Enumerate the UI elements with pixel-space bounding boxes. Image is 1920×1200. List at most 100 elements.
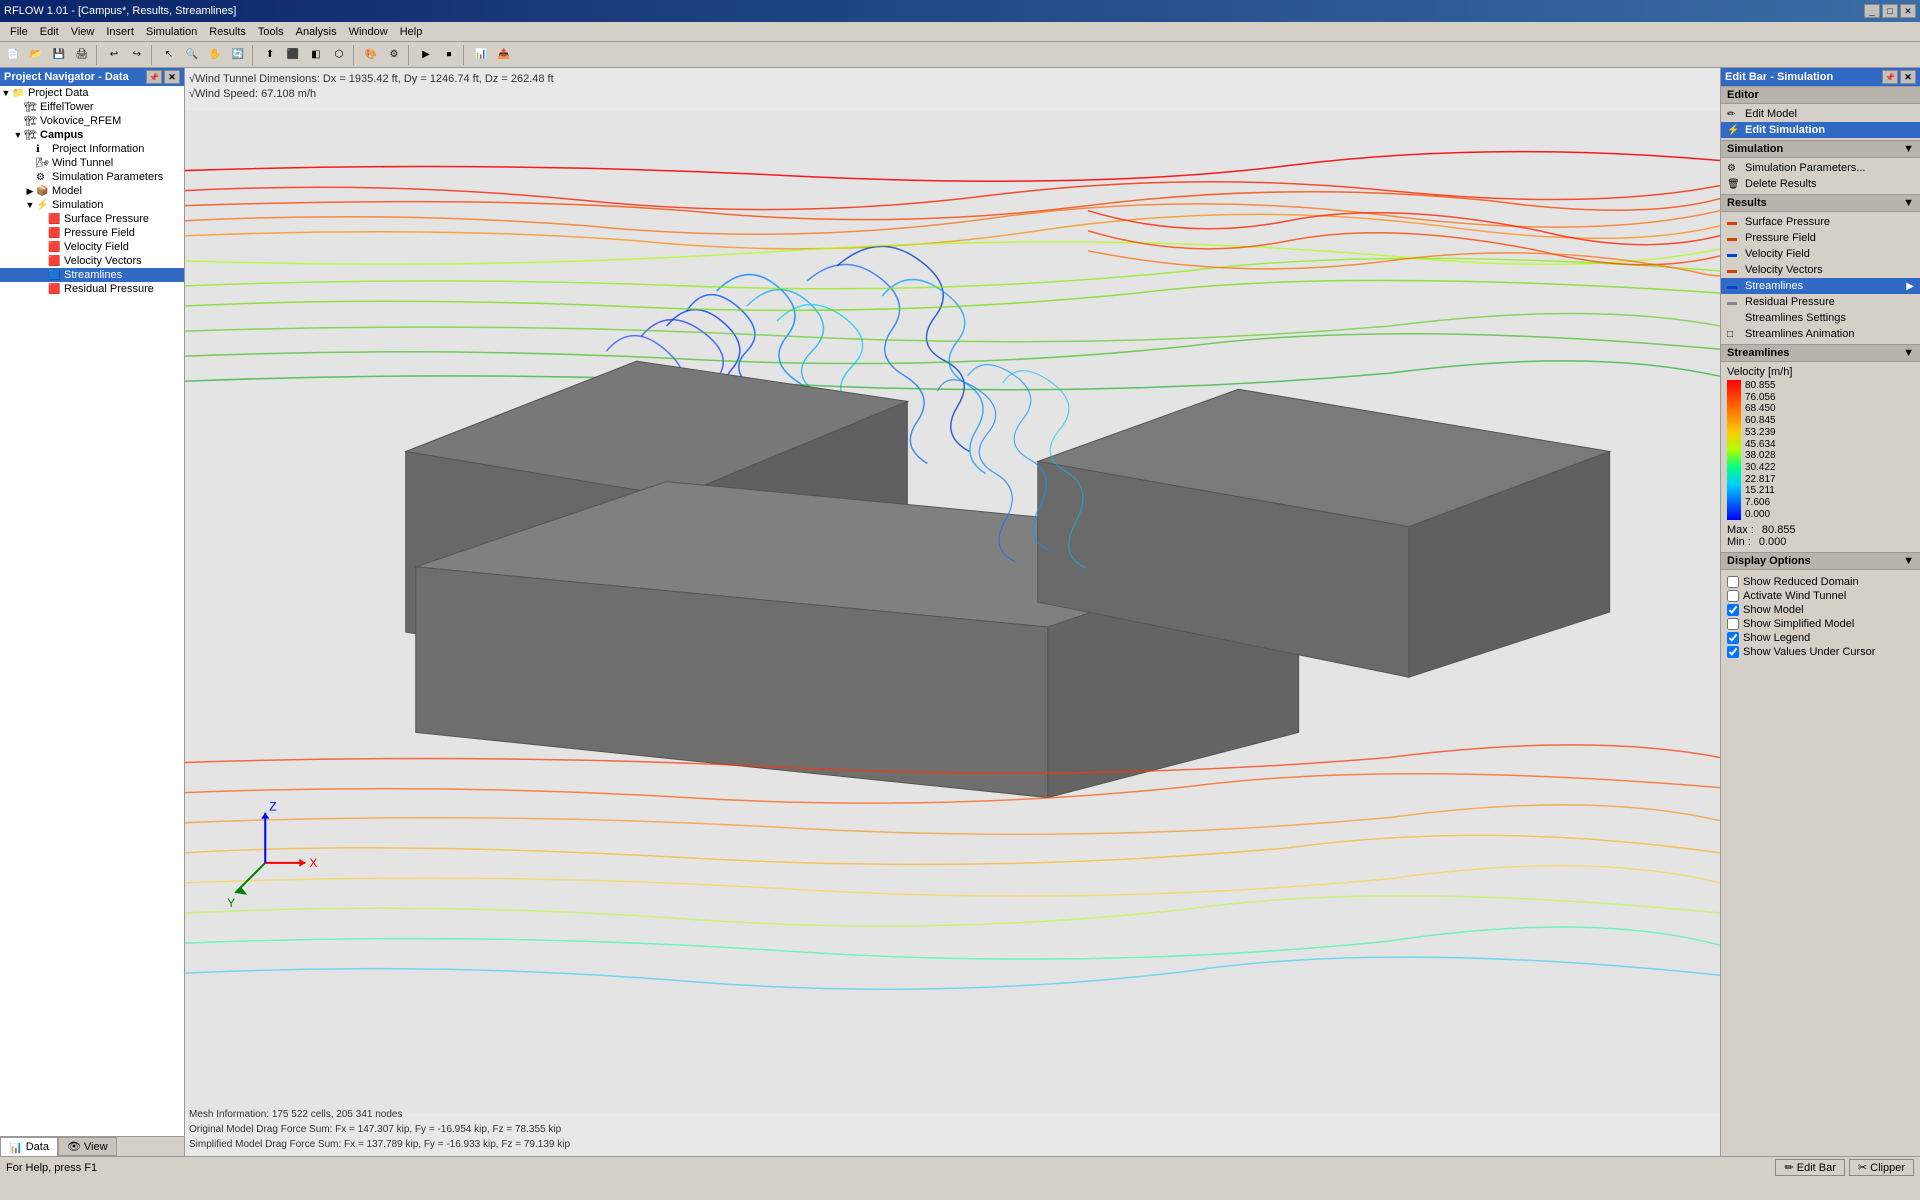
tree-item-label: Velocity Vectors [64,255,142,267]
tree-item-icon: 🟦 [48,270,64,281]
tb-zoom[interactable]: 🔍 [181,44,203,66]
pressure-field-item[interactable]: ▬ Pressure Field [1721,230,1920,246]
menu-file[interactable]: File [4,24,34,40]
menu-results[interactable]: Results [203,24,252,40]
tab-view[interactable]: 👁 View [58,1137,117,1156]
tree-item[interactable]: ▼ 🏗 Campus [0,128,184,142]
tree-item-label: Vokovice_RFEM [40,115,121,127]
edit-simulation-icon: ⚡ [1727,125,1745,136]
close-button[interactable]: ✕ [1900,4,1916,18]
activate-wind-tunnel-checkbox[interactable] [1727,590,1739,602]
tree-item[interactable]: 🟥 Residual Pressure [0,282,184,296]
tree-item[interactable]: 🟦 Streamlines [0,268,184,282]
edit-simulation-item[interactable]: ⚡ Edit Simulation [1721,122,1920,138]
show-legend-checkbox[interactable] [1727,632,1739,644]
simulation-params-item[interactable]: ⚙ Simulation Parameters... [1721,160,1920,176]
tree-item-icon: 🟥 [48,228,64,239]
tb-new[interactable]: 📄 [2,44,24,66]
velocity-field-item[interactable]: ▬ Velocity Field [1721,246,1920,262]
show-values-under-cursor-checkbox[interactable] [1727,646,1739,658]
streamlines-item[interactable]: ▬ Streamlines ▶ [1721,278,1920,294]
tree-item[interactable]: 🟥 Pressure Field [0,226,184,240]
delete-results-item[interactable]: 🗑 Delete Results [1721,176,1920,192]
tb-results[interactable]: 📊 [470,44,492,66]
show-simplified-model-row: Show Simplified Model [1727,618,1914,630]
tree-item[interactable]: 🟥 Surface Pressure [0,212,184,226]
tree-item[interactable]: ℹ Project Information [0,142,184,156]
tb-pan[interactable]: ✋ [204,44,226,66]
show-model-checkbox[interactable] [1727,604,1739,616]
tb-open[interactable]: 📂 [25,44,47,66]
clipper-tab[interactable]: ✂ Clipper [1849,1159,1914,1176]
legend-min-row: Min : 0.000 [1727,536,1914,548]
streamlines-section-title: Streamlines ▼ [1721,344,1920,362]
simulation-section-content: ⚙ Simulation Parameters... 🗑 Delete Resu… [1721,158,1920,194]
tb-view-front[interactable]: ⬛ [282,44,304,66]
tb-view-top[interactable]: ⬆ [259,44,281,66]
menu-help[interactable]: Help [394,24,429,40]
streamlines-animation-item[interactable]: □ Streamlines Animation [1721,326,1920,342]
tb-view-iso[interactable]: ⬡ [328,44,350,66]
tb-view-side[interactable]: ◧ [305,44,327,66]
menu-view[interactable]: View [65,24,101,40]
simulation-section-title: Simulation ▼ [1721,140,1920,158]
tree-item[interactable]: 🟥 Velocity Field [0,240,184,254]
tb-save[interactable]: 💾 [48,44,70,66]
tab-data[interactable]: 📊 Data [0,1137,58,1156]
velocity-vectors-item[interactable]: ▬ Velocity Vectors [1721,262,1920,278]
main-viewport-svg[interactable]: X Y Z [185,68,1720,1156]
tree-item[interactable]: ▼ ⚡ Simulation [0,198,184,212]
tb-export[interactable]: 📤 [493,44,515,66]
legend-val-11: 0.000 [1745,509,1776,520]
sim-params-icon: ⚙ [1727,163,1745,174]
tree-item[interactable]: ▶ 📦 Model [0,184,184,198]
right-panel-pin[interactable]: 📌 [1882,70,1898,84]
tb-rotate[interactable]: 🔄 [227,44,249,66]
titlebar-controls[interactable]: _ □ ✕ [1864,4,1916,18]
menu-window[interactable]: Window [343,24,394,40]
tb-simulation-stop[interactable]: ⏹ [438,44,460,66]
tree-item-label: Pressure Field [64,227,135,239]
maximize-button[interactable]: □ [1882,4,1898,18]
streamlines-settings-item[interactable]: Streamlines Settings [1721,310,1920,326]
tab-data-icon: 📊 [9,1141,23,1154]
tb-undo[interactable]: ↩ [103,44,125,66]
tree-item[interactable]: 🌬 Wind Tunnel [0,156,184,170]
left-panel-pin[interactable]: 📌 [146,70,162,84]
tree-item[interactable]: 🟥 Velocity Vectors [0,254,184,268]
left-panel-bottom-tabs: 📊 Data 👁 View [0,1136,184,1156]
tree-item[interactable]: 🏗 Vokovice_RFEM [0,114,184,128]
menu-tools[interactable]: Tools [252,24,290,40]
tree-item-label: Streamlines [64,269,122,281]
statusbar: For Help, press F1 ✏ Edit Bar ✂ Clipper [0,1156,1920,1178]
right-panel-close[interactable]: ✕ [1900,70,1916,84]
tb-print[interactable]: 🖨 [71,44,93,66]
tb-render[interactable]: 🎨 [360,44,382,66]
show-simplified-model-checkbox[interactable] [1727,618,1739,630]
tree-item-label: Residual Pressure [64,283,154,295]
legend-val-1: 76.056 [1745,392,1776,403]
edit-bar-tab[interactable]: ✏ Edit Bar [1775,1159,1844,1176]
show-reduced-domain-checkbox[interactable] [1727,576,1739,588]
tb-select[interactable]: ↖ [158,44,180,66]
minimize-button[interactable]: _ [1864,4,1880,18]
tree-item[interactable]: ⚙ Simulation Parameters [0,170,184,184]
legend-val-3: 60.845 [1745,415,1776,426]
surface-pressure-item[interactable]: ▬ Surface Pressure [1721,214,1920,230]
tree-item-icon: 🌬 [36,158,52,169]
tree-item[interactable]: ▼ 📁 Project Data [0,86,184,100]
show-reduced-domain-row: Show Reduced Domain [1727,576,1914,588]
menu-simulation[interactable]: Simulation [140,24,203,40]
tree-item-icon: 🏗 [24,102,40,113]
residual-pressure-item[interactable]: ▬ Residual Pressure [1721,294,1920,310]
menu-edit[interactable]: Edit [34,24,65,40]
edit-model-item[interactable]: ✏ Edit Model [1721,106,1920,122]
left-panel-close[interactable]: ✕ [164,70,180,84]
menu-insert[interactable]: Insert [100,24,140,40]
tree-item[interactable]: 🏗 EiffelTower [0,100,184,114]
tb-settings[interactable]: ⚙ [383,44,405,66]
tb-redo[interactable]: ↪ [126,44,148,66]
tb-simulation-run[interactable]: ▶ [415,44,437,66]
viewport[interactable]: √Wind Tunnel Dimensions: Dx = 1935.42 ft… [185,68,1720,1156]
menu-analysis[interactable]: Analysis [290,24,343,40]
